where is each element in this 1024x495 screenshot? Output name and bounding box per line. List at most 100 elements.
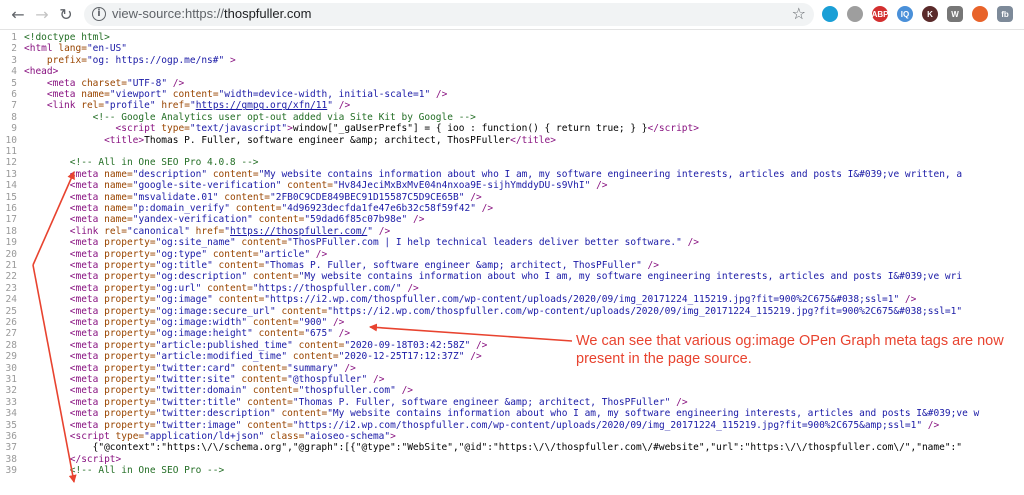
source-line: 2 <html lang="en-US" (0, 43, 1024, 54)
reload-icon: ↻ (59, 4, 73, 24)
line-number: 6 (11, 89, 17, 100)
line-number: 29 (5, 351, 17, 363)
line-code: <meta name="p:domain_verify" content="4d… (69, 203, 494, 214)
line-number: 12 (5, 157, 17, 169)
url-text[interactable]: view-source:https://thospfuller.com (112, 6, 311, 21)
view-source-content: 1 <!doctype html> 2 <html lang="en-US" 3 pre… (0, 31, 1024, 495)
source-line: 11 (0, 146, 1024, 157)
line-code: <meta property="twitter:description" con… (69, 408, 980, 420)
line-code: <meta property="twitter:image" content="… (69, 419, 940, 431)
line-code: <meta property="twitter:domain" content=… (69, 385, 414, 397)
line-number: 23 (5, 282, 17, 294)
source-line: 4 <head> (0, 66, 1024, 77)
line-number: 16 (5, 203, 17, 214)
back-button[interactable]: ← (8, 4, 28, 24)
source-line: 14 <meta name="google-site-verification"… (0, 180, 1024, 191)
line-number: 20 (5, 248, 17, 260)
source-line: 10 <title>Thomas P. Fuller, software eng… (0, 135, 1024, 146)
line-code: <link rel="profile" href="https://gmpg.o… (46, 100, 351, 112)
source-line: 17 <meta name="yandex-verification" cont… (0, 214, 1024, 225)
line-code: <meta property="article:published_time" … (69, 339, 488, 351)
line-number: 38 (5, 453, 17, 465)
source-line: 15 <meta name="msvalidate.01" content="2… (0, 192, 1024, 203)
office-icon[interactable] (972, 6, 988, 22)
line-number: 31 (5, 374, 17, 385)
source-line: 21 <meta property="og:title" content="Th… (0, 260, 1024, 271)
line-code: </script> (69, 453, 122, 465)
url-host: thospfuller.com (224, 6, 312, 21)
line-code: <meta property="article:modified_time" c… (69, 351, 482, 363)
source-line: 13 <meta name="description" content="My … (0, 169, 1024, 180)
source-line: 22 <meta property="og:description" conte… (0, 271, 1024, 282)
line-code: <meta property="og:title" content="Thoma… (69, 260, 659, 271)
source-line: 31 <meta property="twitter:site" content… (0, 374, 1024, 385)
source-line: 38 </script> (0, 454, 1024, 465)
line-number: 13 (5, 168, 17, 180)
line-code: <meta property="og:image:width" content=… (69, 317, 345, 328)
line-number: 22 (5, 271, 17, 283)
source-line: 39 <!-- All in One SEO Pro --> (0, 465, 1024, 476)
line-code: <meta property="twitter:title" content="… (69, 396, 688, 408)
line-number: 33 (5, 396, 17, 408)
line-number: 30 (5, 362, 17, 374)
info-icon[interactable]: i (92, 7, 106, 21)
cloud-extension-icon[interactable] (847, 6, 863, 22)
line-code: <meta name="viewport" content="width=dev… (46, 89, 448, 100)
source-line: 6 <meta name="viewport" content="width=d… (0, 89, 1024, 100)
line-code: <meta property="og:image" content="https… (69, 294, 917, 306)
k-extension-icon[interactable]: K (922, 6, 938, 22)
adblock-icon[interactable]: ABP (872, 6, 888, 22)
source-line: 34 <meta property="twitter:description" … (0, 408, 1024, 419)
line-code: <meta name="description" content="My web… (69, 168, 963, 180)
line-number: 36 (5, 431, 17, 442)
fb-extension-icon[interactable]: fb (997, 6, 1013, 22)
line-number: 5 (11, 77, 17, 89)
wordpress-icon[interactable]: W (947, 6, 963, 22)
arrow-left-icon: ← (11, 4, 25, 24)
line-number: 15 (5, 191, 17, 203)
source-line: 20 <meta property="og:type" content="art… (0, 249, 1024, 260)
line-number: 25 (5, 305, 17, 317)
line-number: 7 (11, 100, 17, 112)
line-code: <head> (24, 66, 59, 78)
line-number: 27 (5, 328, 17, 340)
source-line: 37 {"@context":"https:\/\/schema.org","@… (0, 442, 1024, 453)
line-number: 18 (5, 225, 17, 237)
source-line: 8 <!-- Google Analytics user opt-out add… (0, 112, 1024, 123)
line-code: <meta property="twitter:site" content="@… (69, 374, 385, 385)
line-code: <meta charset="UTF-8" /> (46, 77, 185, 89)
line-number: 32 (5, 385, 17, 397)
source-line: 1 <!doctype html> (0, 32, 1024, 43)
reload-button[interactable]: ↻ (56, 4, 76, 24)
url-scheme: view-source:https:// (112, 6, 224, 21)
source-line: 24 <meta property="og:image" content="ht… (0, 294, 1024, 305)
source-line: 9 <script type="text/javascript">window[… (0, 123, 1024, 134)
line-number: 19 (5, 237, 17, 249)
line-number: 10 (5, 134, 17, 146)
chat-extension-icon[interactable] (822, 6, 838, 22)
source-line: 12 <!-- All in One SEO Pro 4.0.8 --> (0, 157, 1024, 168)
line-number: 37 (5, 442, 17, 454)
bookmark-star-icon[interactable]: ☆ (792, 4, 806, 23)
line-number: 34 (5, 408, 17, 420)
source-line: 5 <meta charset="UTF-8" /> (0, 78, 1024, 89)
line-code: <meta name="msvalidate.01" content="2FB0… (69, 191, 482, 203)
line-number: 4 (11, 66, 17, 78)
line-code: <title>Thomas P. Fuller, software engine… (104, 134, 556, 146)
line-code: <link rel="canonical" href="https://thos… (69, 225, 391, 237)
line-number: 35 (5, 419, 17, 431)
line-number: 8 (11, 111, 17, 123)
line-number: 3 (11, 54, 17, 66)
forward-button[interactable]: → (32, 4, 52, 24)
line-code: <script type="application/ld+json" class… (69, 431, 396, 442)
source-line: 7 <link rel="profile" href="https://gmpg… (0, 100, 1024, 111)
line-code: <!-- All in One SEO Pro 4.0.8 --> (69, 157, 259, 169)
address-bar[interactable]: i view-source:https://thospfuller.com ☆ (84, 3, 814, 26)
iq-extension-icon[interactable]: IQ (897, 6, 913, 22)
line-code: <meta name="google-site-verification" co… (69, 180, 608, 192)
source-line: 35 <meta property="twitter:image" conten… (0, 420, 1024, 431)
line-code: {"@context":"https:\/\/schema.org","@gra… (24, 442, 962, 454)
line-code: <meta property="og:image:secure_url" con… (69, 305, 963, 317)
annotation-text: We can see that various og:image OPen Gr… (576, 333, 1004, 367)
arrow-right-icon: → (35, 4, 49, 24)
